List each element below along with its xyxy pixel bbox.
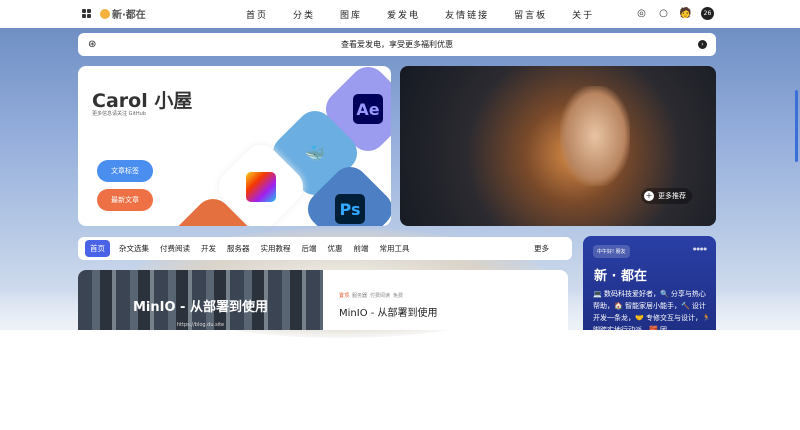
- nav-afdian[interactable]: 爱发电: [387, 8, 420, 21]
- apps-grid-icon[interactable]: [82, 9, 91, 18]
- category-item[interactable]: 开发: [201, 243, 216, 254]
- category-item[interactable]: 付费阅读: [160, 243, 190, 254]
- pinned-tag[interactable]: 置顶: [339, 292, 349, 299]
- nav-home[interactable]: 首页: [246, 8, 268, 21]
- scrollbar[interactable]: [795, 90, 798, 162]
- category-item[interactable]: 常用工具: [380, 243, 410, 254]
- category-item[interactable]: 实用教程: [261, 243, 291, 254]
- announcement-banner[interactable]: ⊛ 查看爱发电，享受更多福利优惠 ›: [78, 33, 716, 56]
- author-tag: ●●●●: [693, 246, 707, 251]
- user-avatar-icon[interactable]: 🧑: [679, 8, 692, 19]
- banner-text: 查看爱发电，享受更多福利优惠: [341, 40, 453, 49]
- search-icon[interactable]: ○: [657, 8, 670, 19]
- category-item[interactable]: 服务器: [227, 243, 250, 254]
- post-tag[interactable]: 免费: [393, 292, 403, 299]
- greeting-badge: 中午好! 朋友: [593, 245, 630, 258]
- post-cover[interactable]: MinIO - 从部署到使用 https://blog.du.site: [78, 270, 323, 330]
- category-home[interactable]: 首页: [85, 240, 110, 257]
- post-card[interactable]: MinIO - 从部署到使用 https://blog.du.site 置顶 服…: [78, 270, 568, 330]
- post-tag[interactable]: 付费阅读: [370, 292, 390, 299]
- site-logo[interactable]: 新·都在: [100, 6, 146, 21]
- post-tag[interactable]: 服务器: [352, 292, 367, 299]
- nav-gallery[interactable]: 图库: [340, 8, 362, 21]
- nav-guestbook[interactable]: 留言板: [514, 8, 547, 21]
- plus-icon: +: [644, 191, 654, 201]
- author-card: 中午好! 朋友 ●●●● 新 · 都在 💻 数码科技爱好者，🔍 分享与热心帮助，…: [583, 236, 716, 330]
- author-bio: 💻 数码科技爱好者，🔍 分享与热心帮助，🏠 智能家居小能手，🔨 设计开发一条龙，…: [593, 290, 711, 330]
- nav-links[interactable]: 友情链接: [445, 8, 489, 21]
- podcast-icon[interactable]: ◎: [635, 8, 648, 19]
- category-item[interactable]: 杂文选集: [119, 243, 149, 254]
- author-name: 新 · 都在: [594, 269, 647, 284]
- hero-subtitle: 更多信息请关注 GitHub: [92, 111, 146, 117]
- article-tags-button[interactable]: 文章标签: [97, 160, 153, 182]
- top-nav: 新·都在 首页 分类 图库 爱发电 友情链接 留言板 关于 ◎ ○ 🧑 26: [0, 0, 800, 28]
- category-more[interactable]: 更多: [534, 243, 549, 254]
- category-item[interactable]: 优惠: [328, 243, 343, 254]
- latest-articles-button[interactable]: 最新文章: [97, 189, 153, 211]
- hero-card: Carol 小屋 更多信息请关注 GitHub Ae 🐳 Ps 文章标签 最新文…: [78, 66, 391, 226]
- category-item[interactable]: 后端: [302, 243, 317, 254]
- post-title[interactable]: MinIO - 从部署到使用: [339, 304, 438, 319]
- featured-image[interactable]: + 更多推荐: [400, 66, 716, 226]
- nav-categories[interactable]: 分类: [293, 8, 315, 21]
- more-recommend-button[interactable]: + 更多推荐: [641, 188, 692, 204]
- nav-about[interactable]: 关于: [572, 8, 594, 21]
- category-bar: 首页 杂文选集 付费阅读 开发 服务器 实用教程 后端 优惠 前端 常用工具 更…: [78, 237, 572, 260]
- category-item[interactable]: 前端: [354, 243, 369, 254]
- hero-title: Carol 小屋: [92, 90, 193, 112]
- arrow-right-icon[interactable]: ›: [698, 40, 707, 49]
- film-icon: ⊛: [88, 39, 97, 50]
- avatar-badge[interactable]: 26: [701, 7, 714, 20]
